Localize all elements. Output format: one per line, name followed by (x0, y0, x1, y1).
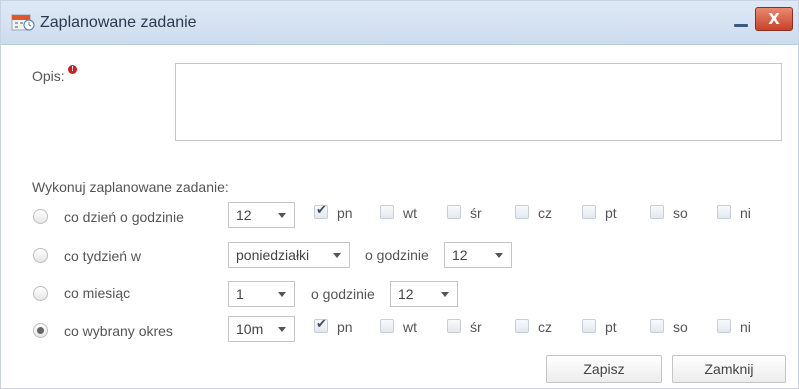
daily-hour-select[interactable]: 12 (228, 202, 295, 228)
period-checkbox-pn[interactable] (314, 317, 328, 333)
radio-monthly[interactable] (33, 286, 48, 301)
period-select[interactable]: 10m (228, 316, 295, 342)
minimize-button[interactable] (728, 11, 754, 33)
scheduled-task-dialog: Zaplanowane zadanie X Opis: ! Wykonuj za… (0, 0, 799, 389)
period-checkbox-cz[interactable] (515, 319, 529, 333)
daily-label-wt: wt (403, 205, 417, 221)
daily-label-so: so (673, 205, 688, 221)
daily-label-cz: cz (538, 205, 552, 221)
radio-monthly-label: co miesiąc (64, 285, 131, 301)
monthly-hour-select[interactable]: 12 (390, 281, 458, 307)
weekly-o-godzinie-label: o godzinie (365, 247, 429, 263)
chevron-down-icon (278, 213, 286, 218)
period-checkbox-pt[interactable] (582, 319, 596, 333)
period-label-pn: pn (337, 319, 353, 335)
weekly-weekday-select[interactable]: poniedziałki (228, 242, 350, 268)
daily-checkbox-so[interactable] (650, 205, 664, 219)
weekly-weekday-value: poniedziałki (236, 247, 310, 263)
daily-checkbox-cz[interactable] (515, 205, 529, 219)
calendar-app-icon (11, 14, 35, 31)
section-title: Wykonuj zaplanowane zadanie: (32, 179, 229, 195)
radio-daily[interactable] (33, 209, 48, 224)
close-window-button[interactable]: X (755, 7, 793, 31)
daily-label-ni: ni (740, 205, 751, 221)
period-label-pt: pt (605, 319, 617, 335)
daily-label-pt: pt (605, 205, 617, 221)
daily-checkbox-wt[interactable] (380, 205, 394, 219)
period-value: 10m (236, 321, 264, 337)
period-checkbox-sr[interactable] (447, 319, 461, 333)
window-title: Zaplanowane zadanie (40, 14, 197, 31)
title-bar[interactable]: Zaplanowane zadanie X (1, 1, 798, 45)
monthly-day-value: 1 (236, 286, 244, 302)
period-checkbox-wt[interactable] (380, 319, 394, 333)
period-label-wt: wt (403, 319, 417, 335)
daily-checkbox-ni[interactable] (717, 205, 731, 219)
chevron-down-icon (333, 253, 341, 258)
save-button[interactable]: Zapisz (546, 355, 662, 383)
radio-weekly[interactable] (33, 248, 48, 263)
radio-period-label: co wybrany okres (64, 323, 173, 339)
daily-label-pn: pn (337, 205, 353, 221)
period-label-sr: śr (470, 319, 482, 335)
daily-label-sr: śr (470, 205, 482, 221)
period-checkbox-ni[interactable] (717, 319, 731, 333)
chevron-down-icon (441, 292, 449, 297)
monthly-day-select[interactable]: 1 (228, 281, 295, 307)
weekly-hour-value: 12 (452, 247, 468, 263)
daily-checkbox-sr[interactable] (447, 205, 461, 219)
monthly-o-godzinie-label: o godzinie (311, 286, 375, 302)
daily-checkbox-pt[interactable] (582, 205, 596, 219)
period-label-so: so (673, 319, 688, 335)
required-icon: ! (68, 65, 77, 74)
period-checkbox-so[interactable] (650, 319, 664, 333)
opis-textarea[interactable] (175, 63, 782, 141)
close-button[interactable]: Zamknij (672, 355, 786, 383)
monthly-hour-value: 12 (398, 286, 414, 302)
radio-period[interactable] (33, 323, 48, 338)
chevron-down-icon (278, 327, 286, 332)
period-label-ni: ni (740, 319, 751, 335)
period-label-cz: cz (538, 319, 552, 335)
radio-weekly-label: co tydzień w (64, 248, 142, 264)
chevron-down-icon (495, 253, 503, 258)
daily-checkbox-pn[interactable] (314, 203, 328, 219)
chevron-down-icon (278, 292, 286, 297)
opis-label: Opis: (32, 68, 65, 84)
daily-hour-value: 12 (236, 207, 252, 223)
radio-daily-label: co dzień o godzinie (64, 209, 184, 225)
weekly-hour-select[interactable]: 12 (444, 242, 512, 268)
